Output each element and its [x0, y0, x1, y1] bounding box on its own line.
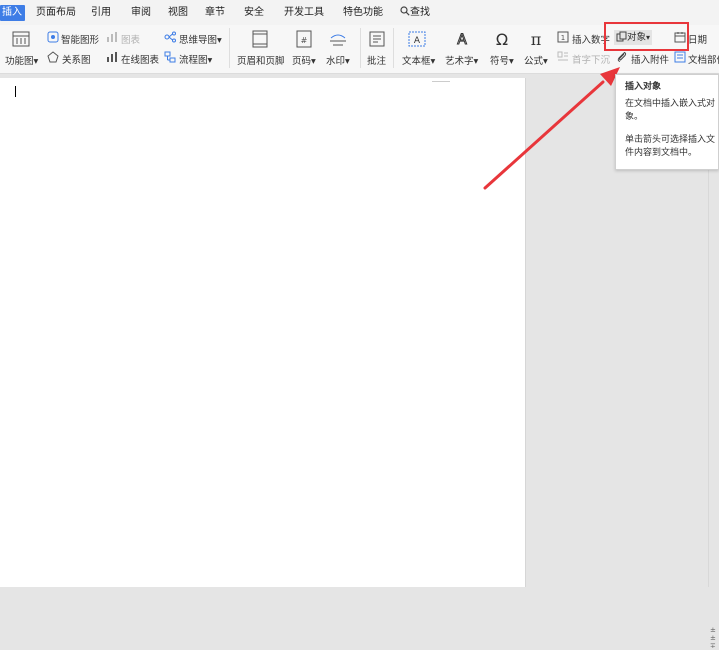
annotation-arrow: [483, 67, 620, 190]
scroll-nav-icon[interactable]: ± ± ∓: [710, 626, 716, 650]
tooltip-line-2: 单击箭头可选择插入文件内容到文档中。: [625, 135, 716, 158]
tooltip: 插入对象 在文档中插入嵌入式对象。 单击箭头可选择插入文件内容到文档中。: [615, 74, 719, 170]
tooltip-title: 插入对象: [625, 82, 662, 92]
tooltip-line-1: 在文档中插入嵌入式对象。: [625, 99, 716, 122]
